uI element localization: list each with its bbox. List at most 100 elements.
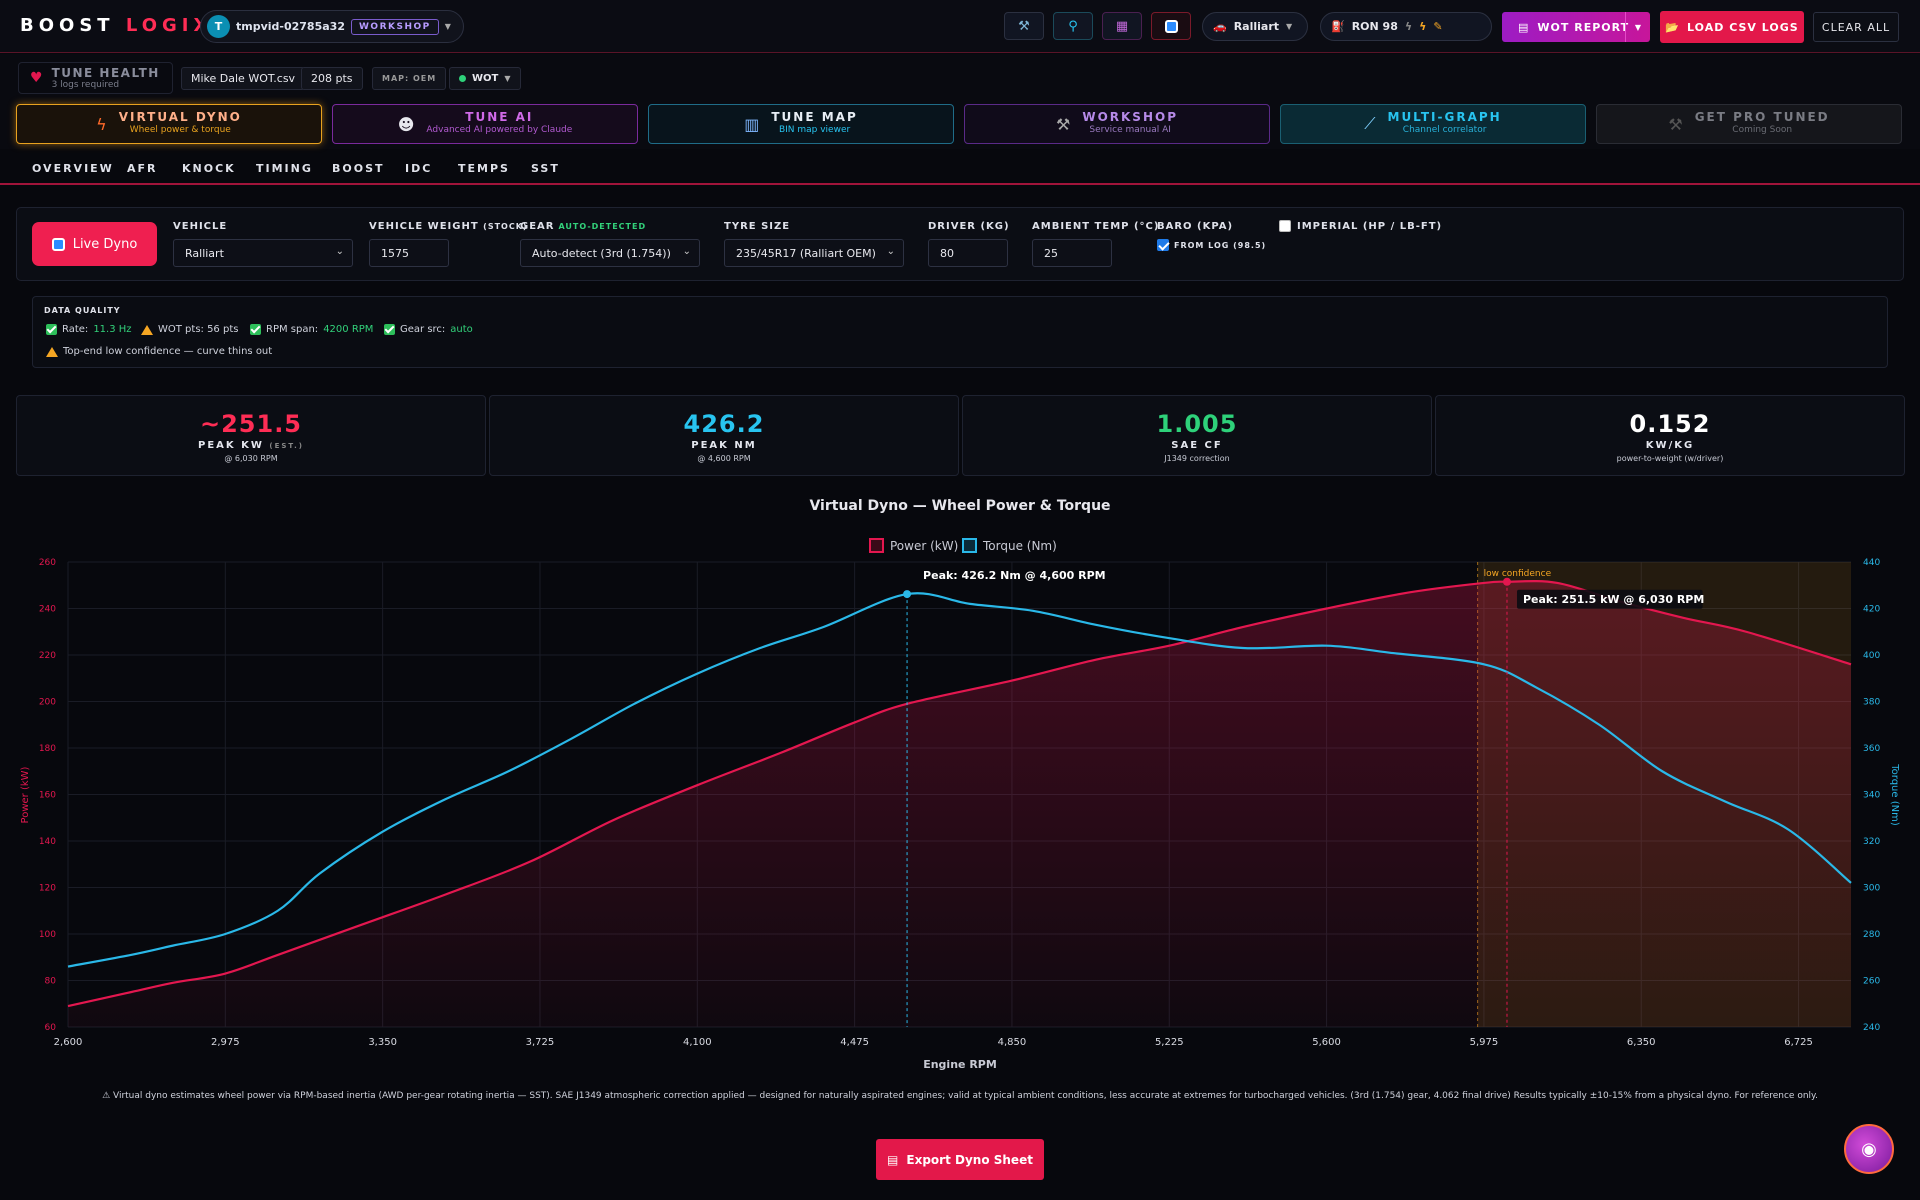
load-csv-button[interactable]: 📂 LOAD CSV LOGS	[1660, 11, 1804, 43]
baro-checkbox[interactable]	[1157, 239, 1169, 251]
dq-warning-text: Top-end low confidence — curve thins out	[63, 346, 273, 357]
module-tune-map[interactable]: ▥ TUNE MAP BIN map viewer	[648, 104, 954, 144]
user-menu[interactable]: T tmpvid-02785a32 WORKSHOP ▼	[200, 10, 464, 43]
tune-health-title: TUNE HEALTH	[51, 66, 160, 80]
chart-series	[67, 580, 1852, 1027]
module-workshop[interactable]: ⚒ WORKSHOP Service manual AI	[964, 104, 1270, 144]
stat-label: SAE CF	[1171, 440, 1223, 451]
y-tick-label: 80	[45, 977, 57, 987]
gauge-tool-button[interactable]: ⚲	[1053, 12, 1093, 40]
legend-swatch-power[interactable]	[869, 538, 884, 553]
dq-rate: Rate: 11.3 Hz	[46, 324, 132, 335]
tab-timing[interactable]: TIMING	[256, 162, 313, 175]
module-sub: Service manual AI	[1089, 125, 1171, 135]
imperial-checkbox[interactable]	[1279, 220, 1291, 232]
record-icon	[1164, 19, 1178, 33]
workspace-badge: WORKSHOP	[350, 18, 439, 35]
tune-health[interactable]: ♥ TUNE HEALTH 3 logs required	[18, 62, 173, 94]
module-title: WORKSHOP	[1082, 110, 1178, 124]
stat-est: (EST.)	[269, 442, 304, 450]
imperial-label: IMPERIAL (HP / LB-FT)	[1297, 220, 1443, 232]
dq-span: RPM span: 4200 RPM	[250, 324, 373, 335]
wrench-tool-button[interactable]: ⚒	[1004, 12, 1044, 40]
tab-temps[interactable]: TEMPS	[458, 162, 510, 175]
fuel-selector[interactable]: ⛽ RON 98 ϟ ϟ ✎	[1320, 12, 1492, 41]
module-title: MULTI-GRAPH	[1387, 110, 1502, 124]
legend-swatch-torque[interactable]	[962, 538, 977, 553]
points-chip: 208 pts	[301, 67, 363, 90]
dyno-chart[interactable]: Virtual Dyno — Wheel Power & Torque Powe…	[0, 490, 1920, 1090]
gear-select[interactable]: Auto-detect (3rd (1.754)) ⌄	[520, 239, 700, 267]
check-icon	[46, 324, 57, 335]
tab-sst[interactable]: SST	[531, 162, 560, 175]
stat-value: 426.2	[683, 410, 765, 438]
y-tick-label: 160	[39, 791, 56, 801]
module-sub: Wheel power & torque	[129, 125, 231, 135]
driver-input[interactable]: 80	[928, 239, 1008, 267]
peak-marker-point	[903, 590, 912, 599]
live-dyno-button[interactable]: Live Dyno	[32, 222, 157, 266]
flame-icon: ϟ	[1404, 20, 1413, 33]
imperial-toggle[interactable]: IMPERIAL (HP / LB-FT)	[1279, 220, 1442, 232]
y-tick-label: 180	[39, 744, 56, 754]
module-get-pro-tuned[interactable]: ⚒ GET PRO TUNED Coming Soon	[1596, 104, 1902, 144]
map-chip: MAP: OEM	[372, 67, 447, 90]
dq-wot-label: WOT pts: 56 pts	[158, 324, 239, 335]
mode-selector[interactable]: WOT ▼	[449, 67, 521, 90]
dq-rate-value: 11.3 Hz	[93, 324, 132, 335]
clear-all-button[interactable]: CLEAR ALL	[1813, 12, 1899, 42]
wot-report-dropdown[interactable]: ▼	[1625, 12, 1650, 42]
tab-overview[interactable]: OVERVIEW	[32, 162, 114, 175]
module-tune-ai[interactable]: ☻ TUNE AI Advanced AI powered by Claude	[332, 104, 638, 144]
wrench-icon: ⚒	[1018, 18, 1030, 34]
tab-idc[interactable]: IDC	[405, 162, 432, 175]
tyre-select[interactable]: 235/45R17 (Ralliart OEM) ⌄	[724, 239, 904, 267]
y2-tick-label: 380	[1863, 698, 1880, 708]
report-icon: ▤	[1518, 20, 1530, 34]
dq-gear: Gear src: auto	[384, 324, 473, 335]
stat-sae-cf: 1.005 SAE CF J1349 correction	[962, 395, 1432, 476]
driver-label: DRIVER (KG)	[928, 221, 1010, 232]
check-icon	[384, 324, 395, 335]
gear-label: GEAR AUTO-DETECTED	[520, 221, 646, 232]
clapper-tool-button[interactable]: ▦	[1102, 12, 1142, 40]
stat-sub: @ 6,030 RPM	[224, 454, 278, 463]
vehicle-pill-label: Ralliart	[1233, 20, 1280, 33]
tab-afr[interactable]: AFR	[127, 162, 158, 175]
legend-power[interactable]: Power (kW)	[890, 539, 958, 553]
log-file-chip[interactable]: Mike Dale WOT.csv	[181, 67, 306, 90]
export-dyno-button[interactable]: ▤ Export Dyno Sheet	[876, 1139, 1044, 1180]
y-tick-label: 100	[39, 930, 56, 940]
module-multi-graph[interactable]: ⟋ MULTI-GRAPH Channel correlator	[1280, 104, 1586, 144]
robot-icon: ☻	[397, 114, 415, 134]
dyno-disclaimer: ⚠ Virtual dyno estimates wheel power via…	[102, 1091, 1818, 1101]
tab-boost[interactable]: BOOST	[332, 162, 385, 175]
status-dot-icon	[459, 75, 466, 82]
x-axis-title: Engine RPM	[923, 1058, 997, 1071]
baro-from-log[interactable]: FROM LOG (98.5)	[1157, 239, 1266, 251]
weight-label-text: VEHICLE WEIGHT	[369, 221, 479, 232]
assistant-fab[interactable]: ◉	[1844, 1124, 1894, 1174]
y2-tick-label: 360	[1863, 744, 1880, 754]
stat-value: ~251.5	[199, 410, 303, 438]
x-tick-label: 3,725	[526, 1037, 555, 1048]
ambient-label: AMBIENT TEMP (°C)	[1032, 221, 1160, 232]
y2-tick-label: 440	[1863, 558, 1880, 568]
y-axis-title: Power (kW)	[20, 766, 31, 823]
x-tick-label: 5,225	[1155, 1037, 1184, 1048]
legend-torque[interactable]: Torque (Nm)	[982, 539, 1057, 553]
vehicle-selector[interactable]: 🚗 Ralliart ▼	[1202, 12, 1308, 41]
y-tick-label: 200	[39, 698, 56, 708]
tune-health-sub: 3 logs required	[51, 80, 120, 90]
app-logo[interactable]: BOOST LOGIX	[20, 15, 212, 36]
ambient-input[interactable]: 25	[1032, 239, 1112, 267]
tab-knock[interactable]: KNOCK	[182, 162, 236, 175]
module-virtual-dyno[interactable]: ϟ VIRTUAL DYNO Wheel power & torque	[16, 104, 322, 144]
vehicle-select[interactable]: Ralliart ⌄	[173, 239, 353, 267]
y2-tick-label: 400	[1863, 651, 1880, 661]
chevron-down-icon: ▼	[1634, 22, 1642, 32]
record-tool-button[interactable]	[1151, 12, 1191, 40]
weight-input[interactable]: 1575	[369, 239, 449, 267]
x-tick-label: 4,100	[683, 1037, 712, 1048]
peak-label: Peak: 251.5 kW @ 6,030 RPM	[1523, 593, 1704, 606]
